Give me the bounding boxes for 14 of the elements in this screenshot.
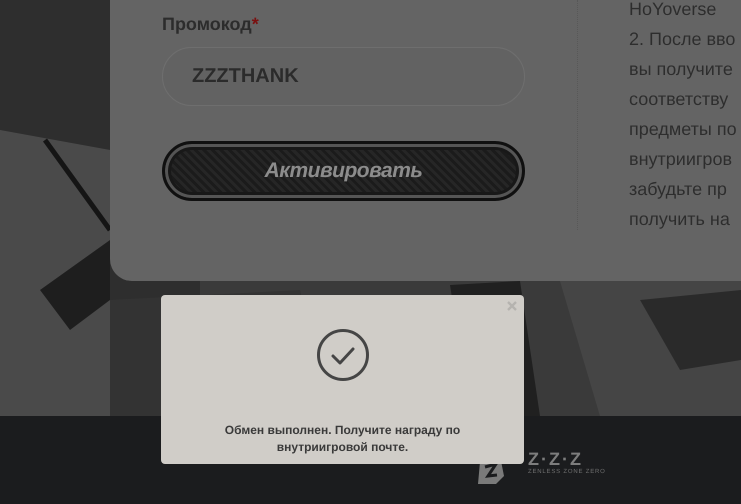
promo-code-field[interactable]: ZZZTHANK (162, 47, 525, 106)
instruction-text: получить на (629, 208, 731, 231)
close-icon[interactable] (506, 300, 518, 312)
instruction-text: предметы по (629, 118, 737, 141)
required-mark: * (252, 14, 259, 35)
instruction-text: вы получите (629, 58, 734, 81)
success-message: Обмен выполнен. Получите награду по внутриигровой почте. (224, 422, 462, 456)
activate-button[interactable]: Активировать (162, 141, 525, 201)
check-circle-icon (316, 328, 370, 382)
instruction-text: внутриигров (629, 148, 734, 171)
logo-title: Z·Z·Z (528, 450, 584, 468)
instruction-text: HoYoverse (629, 0, 718, 21)
field-label: Промокод (162, 14, 252, 35)
instruction-text: соответству (629, 88, 730, 111)
